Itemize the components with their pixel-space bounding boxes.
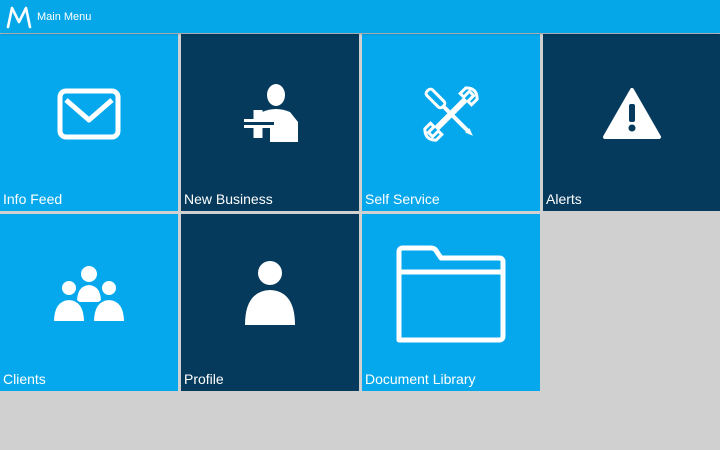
tile-label: Alerts xyxy=(546,191,582,207)
top-app-bar: Main Menu xyxy=(0,0,720,33)
tile-label: Info Feed xyxy=(3,191,63,207)
tile-new-business[interactable]: New Business xyxy=(181,34,359,211)
tile-label: Document Library xyxy=(365,371,476,387)
menu-grid: Info Feed New Business Self Service Aler… xyxy=(0,33,720,450)
group-icon xyxy=(51,266,127,323)
tile-document-library[interactable]: Document Library xyxy=(362,214,540,391)
tile-profile[interactable]: Profile xyxy=(181,214,359,391)
tile-alerts[interactable]: Alerts xyxy=(543,34,720,211)
add-person-icon xyxy=(242,84,298,142)
tile-label: Self Service xyxy=(365,191,440,207)
tile-label: Clients xyxy=(3,371,46,387)
warning-icon xyxy=(603,88,661,139)
brand-m-logo-icon[interactable] xyxy=(5,3,33,31)
envelope-icon xyxy=(57,88,121,140)
tile-label: New Business xyxy=(184,191,273,207)
tile-info-feed[interactable]: Info Feed xyxy=(0,34,178,211)
tools-icon xyxy=(423,86,479,142)
folder-icon xyxy=(396,245,506,343)
person-icon xyxy=(245,261,295,325)
page-title: Main Menu xyxy=(37,10,92,23)
tile-self-service[interactable]: Self Service xyxy=(362,34,540,211)
tile-label: Profile xyxy=(184,371,224,387)
tile-clients[interactable]: Clients xyxy=(0,214,178,391)
